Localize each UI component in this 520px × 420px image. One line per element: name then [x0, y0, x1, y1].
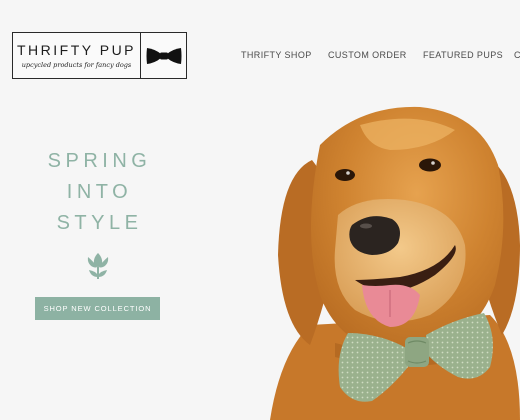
hero-line-2: INTO [66, 181, 133, 203]
hero-line-3: STYLE [56, 212, 143, 234]
hero-line-1: SPRING [47, 150, 152, 172]
tulip-icon [85, 251, 111, 283]
nav-item-contact[interactable]: C [514, 50, 520, 60]
page: THRIFTY PUP upcycled products for fancy … [0, 0, 520, 420]
hero-dog-image [240, 105, 520, 420]
nav-item-featured-pups[interactable]: FEATURED PUPS [423, 50, 503, 60]
main-nav: THRIFTY SHOP CUSTOM ORDER FEATURED PUPS … [0, 50, 520, 64]
nav-item-custom-order[interactable]: CUSTOM ORDER [328, 50, 407, 60]
shop-new-collection-button[interactable]: SHOP NEW COLLECTION [35, 297, 160, 320]
nav-item-thrifty-shop[interactable]: THRIFTY SHOP [241, 50, 312, 60]
hero-text-block: SPRING INTO STYLE SHOP NEW COLLECTION [35, 146, 160, 320]
